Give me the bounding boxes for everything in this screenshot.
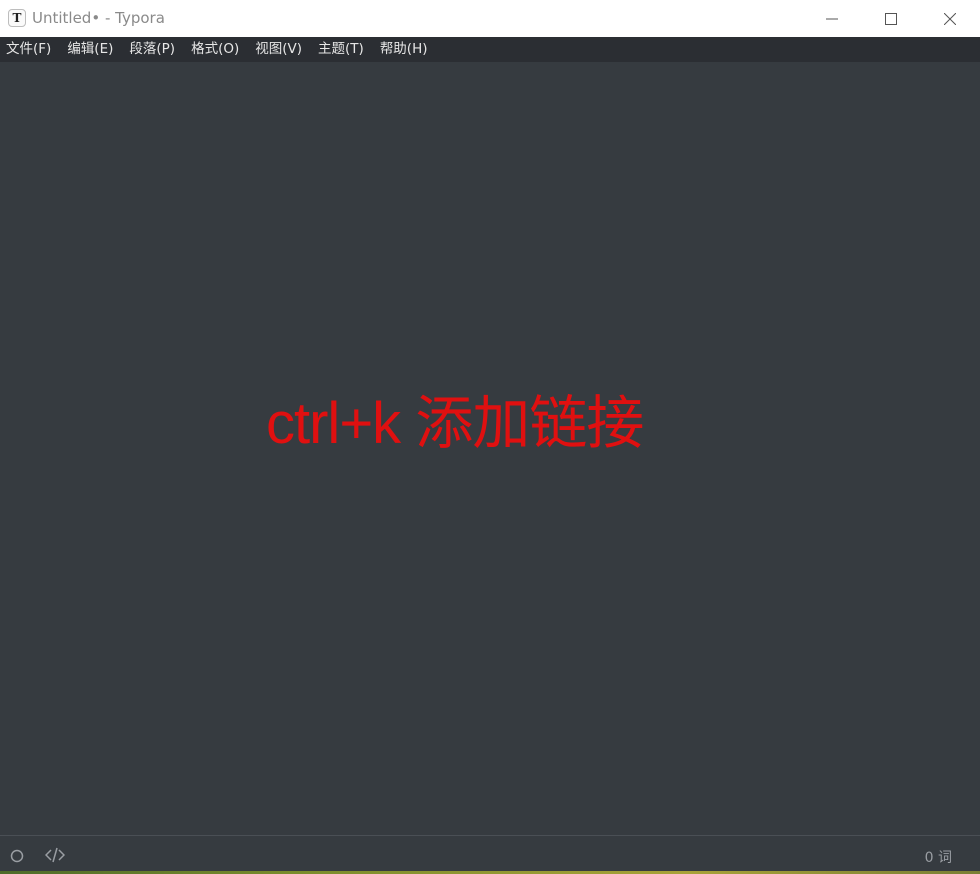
shortcut-caption: ctrl+k 添加链接 bbox=[266, 388, 644, 459]
title-bar: T Untitled• - Typora bbox=[0, 0, 980, 37]
circle-icon[interactable] bbox=[10, 849, 24, 863]
menu-theme[interactable]: 主题(T) bbox=[318, 37, 364, 62]
maximize-icon bbox=[885, 12, 897, 25]
status-bar: 0 词 bbox=[0, 835, 980, 874]
minimize-icon bbox=[826, 18, 838, 19]
menu-help[interactable]: 帮助(H) bbox=[380, 37, 428, 62]
menu-view[interactable]: 视图(V) bbox=[255, 37, 302, 62]
word-count[interactable]: 0 词 bbox=[925, 847, 952, 867]
menu-bar: 文件(F) 编辑(E) 段落(P) 格式(O) 视图(V) 主题(T) 帮助(H… bbox=[0, 37, 980, 62]
menu-format[interactable]: 格式(O) bbox=[191, 37, 239, 62]
close-button[interactable] bbox=[921, 0, 979, 37]
code-icon[interactable] bbox=[45, 847, 65, 863]
menu-edit[interactable]: 编辑(E) bbox=[67, 37, 113, 62]
typora-app-icon: T bbox=[8, 9, 26, 27]
maximize-button[interactable] bbox=[862, 0, 920, 37]
window-title: Untitled• - Typora bbox=[32, 9, 165, 27]
shortcut-keys: ctrl+k bbox=[266, 391, 401, 456]
shortcut-description: 添加链接 bbox=[415, 389, 644, 457]
close-icon bbox=[944, 12, 956, 25]
minimize-button[interactable] bbox=[803, 0, 861, 37]
menu-paragraph[interactable]: 段落(P) bbox=[129, 37, 175, 62]
menu-file[interactable]: 文件(F) bbox=[6, 37, 51, 62]
